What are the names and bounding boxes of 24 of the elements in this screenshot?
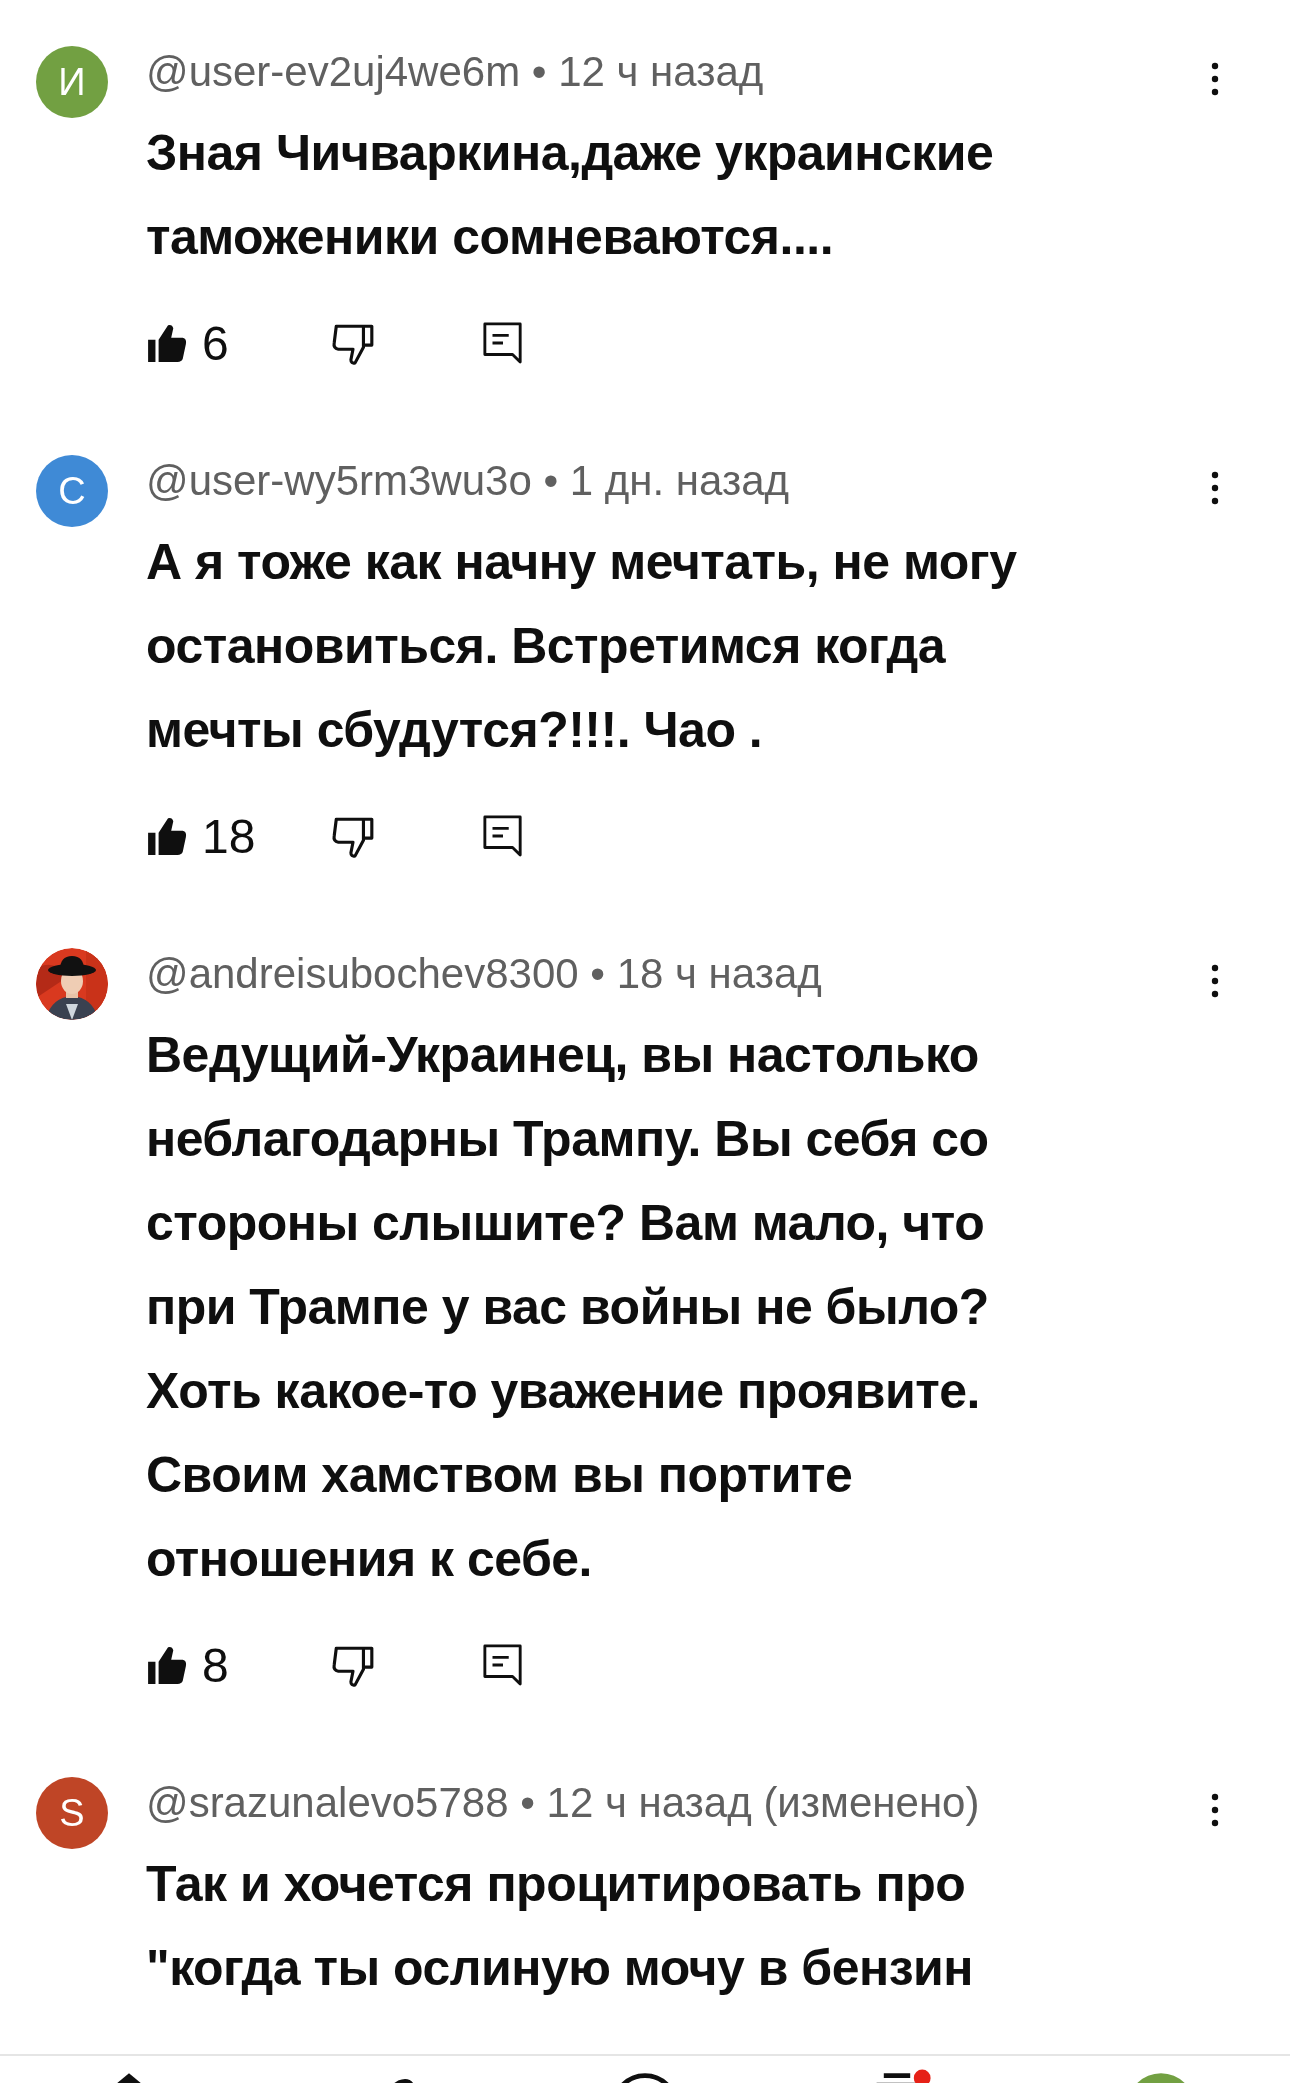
like-count: 18 <box>202 808 257 864</box>
user-avatar[interactable]: С <box>36 455 108 527</box>
thumbs-up-icon[interactable] <box>146 815 188 857</box>
user-avatar[interactable]: И <box>36 46 108 118</box>
comment-author-time: @user-ev2uj4we6m • 12 ч назад <box>146 48 764 96</box>
more-options-icon[interactable] <box>1210 62 1220 96</box>
comment-author-time: @andreisubochev8300 • 18 ч назад <box>146 950 822 998</box>
more-options-icon[interactable] <box>1210 471 1220 505</box>
comment-icon[interactable] <box>482 1643 524 1687</box>
user-avatar[interactable]: S <box>36 1777 108 1849</box>
more-options-icon[interactable] <box>1210 964 1220 998</box>
thumbs-up-icon[interactable] <box>146 1644 188 1686</box>
more-options-icon[interactable] <box>1210 1793 1220 1827</box>
comment-text: Ведущий-Украинец, вы настолько неблагодарны Трампу. Вы себя со стороны слышите? Вам мало, что при Трампе у вас войны не было? Хоть какое-то уважение проявите. Своим хамством вы портите отношения к себе. <box>146 1026 990 1589</box>
comment-icon[interactable] <box>482 321 524 365</box>
like-count: 8 <box>202 1637 230 1693</box>
comment-author-time: @user-wy5rm3wu3o • 1 дн. назад <box>146 457 790 505</box>
comment-icon[interactable] <box>482 814 524 858</box>
like-count: 6 <box>202 315 230 371</box>
thumbs-up-icon[interactable] <box>146 322 188 364</box>
comment-text: Зная Чичваркина,даже украинские таможеники сомневаются.... <box>146 124 995 267</box>
comment-author-time: @srazunalevo5788 • 12 ч назад (изменено) <box>146 1779 980 1827</box>
comment-text: Так и хочется процитировать про "когда ты ослиную мочу в бензин <box>146 1855 974 1998</box>
comment-text: А я тоже как начну мечтать, не могу остановиться. Встретимся когда мечты сбудутся?!!!. Чао . <box>146 533 1018 760</box>
